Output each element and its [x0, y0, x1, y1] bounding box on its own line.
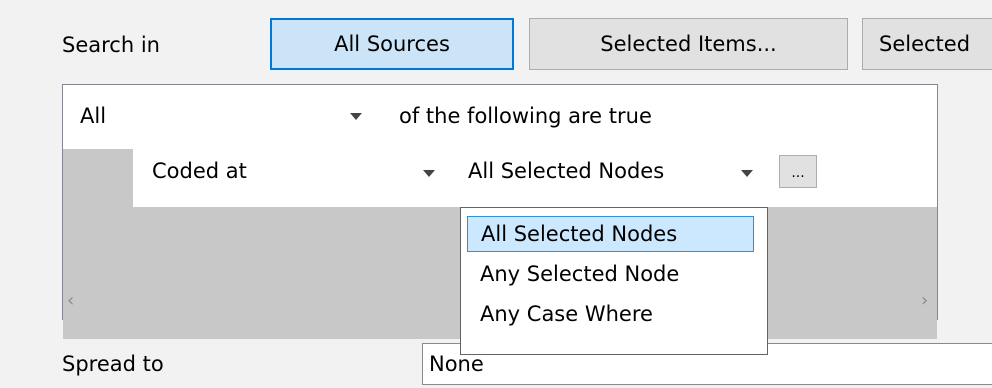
all-sources-button[interactable]: All Sources — [270, 18, 514, 70]
quantifier-suffix-label: of the following are true — [399, 104, 652, 128]
spread-to-label: Spread to — [62, 352, 164, 376]
condition-operator-dropdown-icon[interactable] — [741, 170, 753, 177]
operator-dropdown-list: All Selected Nodes Any Selected Node Any… — [460, 207, 768, 355]
dropdown-option-any-selected-node[interactable]: Any Selected Node — [467, 256, 679, 292]
condition-field-value: Coded at — [152, 159, 247, 183]
scroll-right-icon[interactable]: › — [921, 292, 928, 310]
quantifier-combo[interactable]: All — [74, 96, 384, 136]
condition-operator-combo[interactable]: All Selected Nodes — [462, 151, 762, 191]
condition-field-combo[interactable]: Coded at — [146, 151, 446, 191]
condition-operator-value: All Selected Nodes — [468, 159, 665, 183]
selected-items-button[interactable]: Selected Items... — [529, 18, 848, 70]
selected-folders-button[interactable]: Selected — [862, 18, 992, 70]
spread-to-value: None — [429, 352, 484, 376]
scroll-left-icon[interactable]: ‹ — [67, 292, 74, 310]
condition-field-dropdown-icon[interactable] — [423, 170, 435, 177]
dropdown-option-any-case-where[interactable]: Any Case Where — [467, 296, 653, 332]
browse-button[interactable]: ... — [779, 155, 817, 188]
dropdown-option-all-selected-nodes[interactable]: All Selected Nodes — [467, 216, 754, 252]
search-in-label: Search in — [62, 33, 160, 57]
quantifier-dropdown-icon[interactable] — [350, 113, 362, 120]
quantifier-value: All — [80, 104, 107, 128]
